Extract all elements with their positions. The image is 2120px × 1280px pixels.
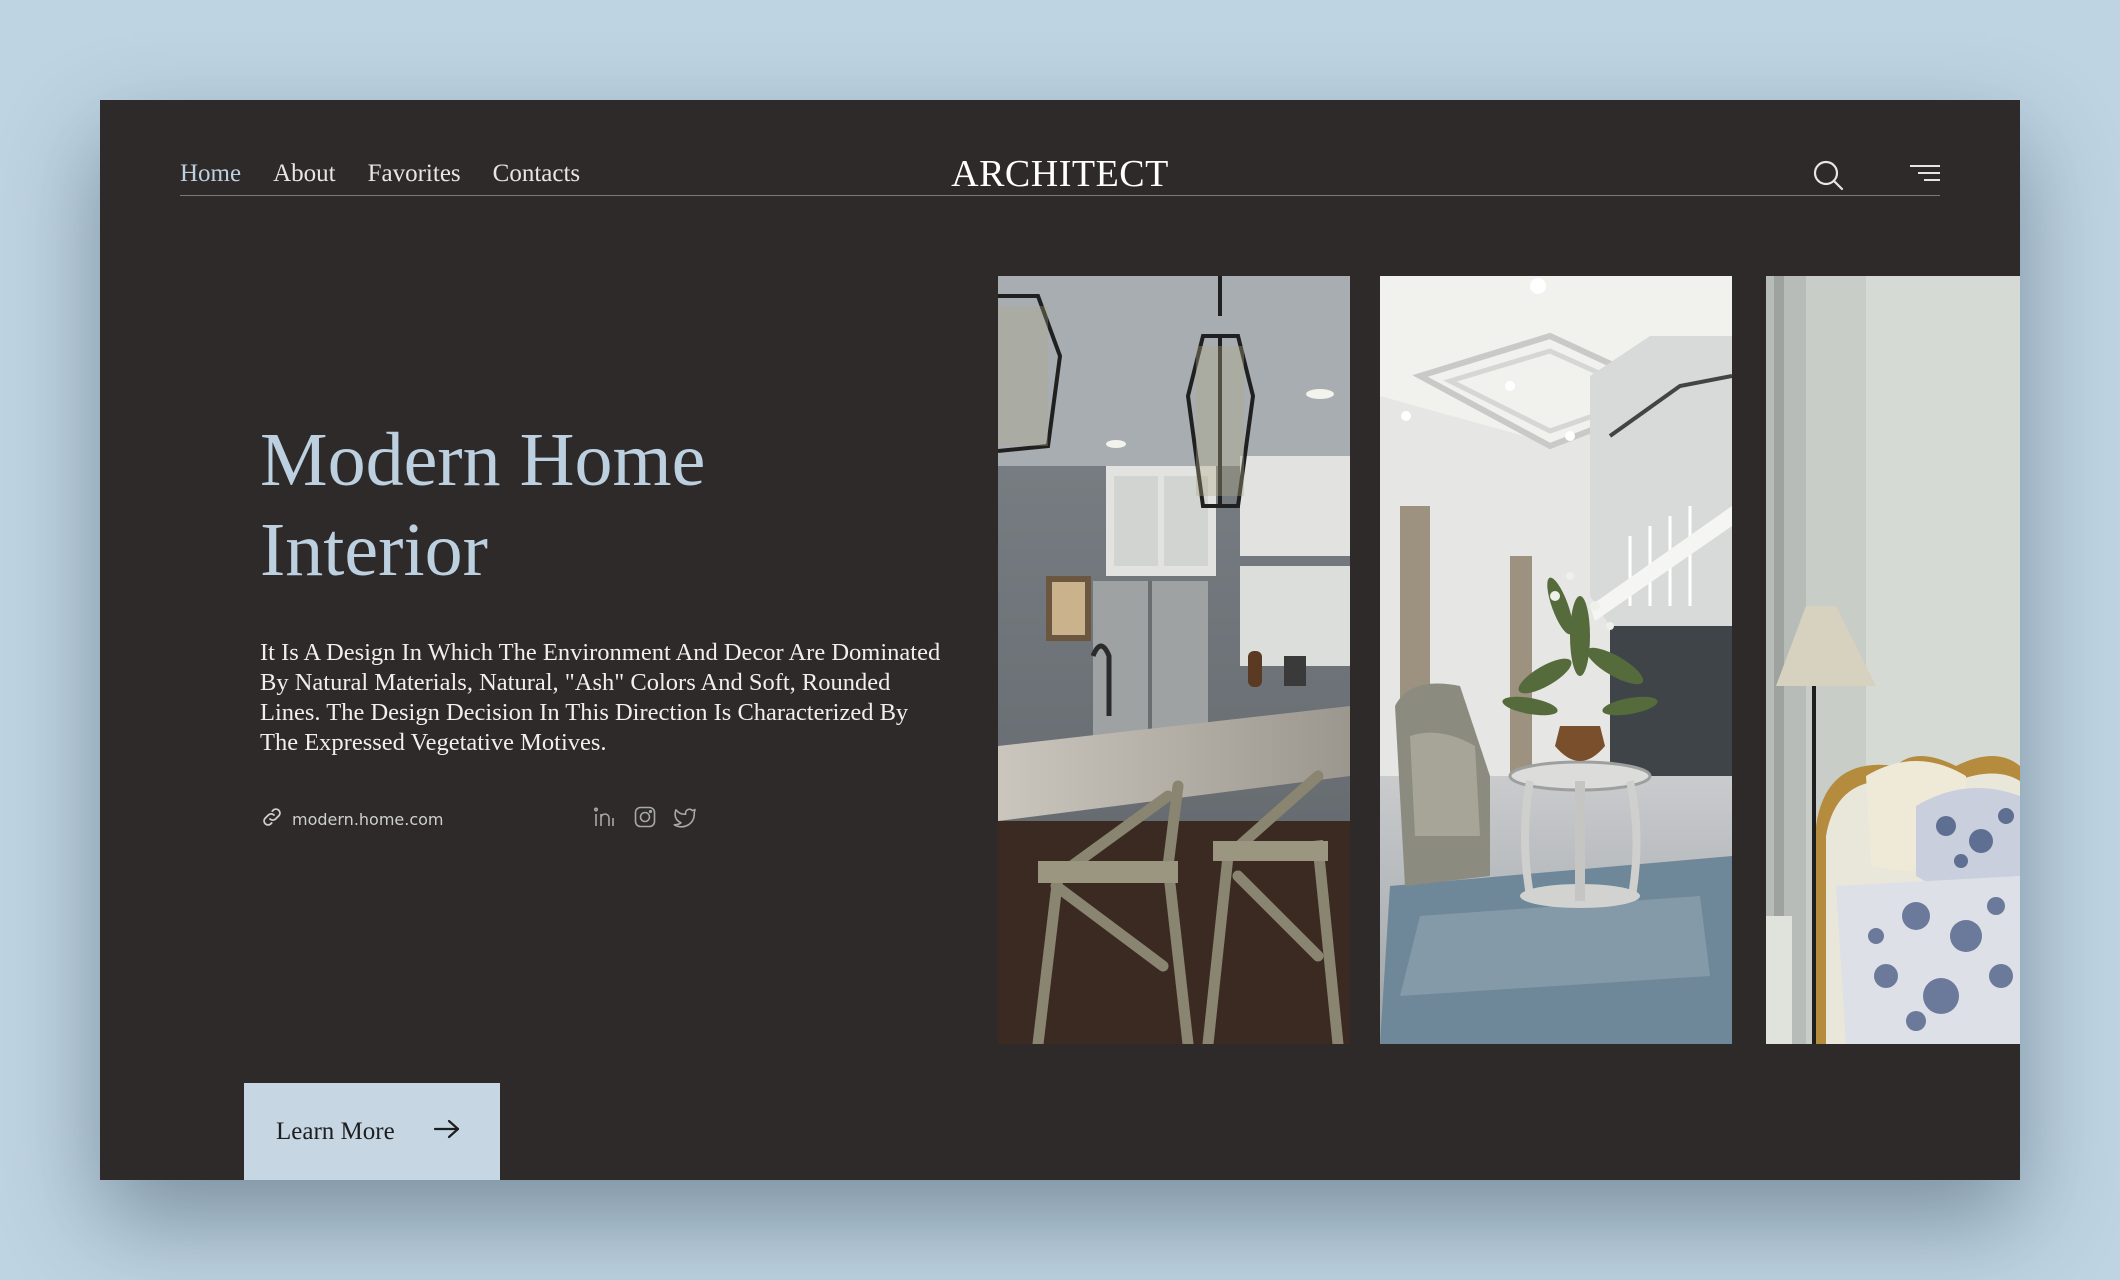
learn-more-button[interactable]: Learn More [244, 1083, 500, 1180]
bedroom-photo [1766, 276, 2020, 1044]
hero-title-line2: Interior [260, 508, 488, 592]
search-icon[interactable] [1812, 159, 1846, 193]
header-divider [180, 195, 1940, 196]
kitchen-photo [998, 276, 1350, 1044]
website-link[interactable]: modern.home.com [260, 805, 444, 834]
nav-about-link[interactable]: About [273, 160, 336, 188]
hero-title-line1: Modern Home [260, 418, 706, 502]
instagram-icon[interactable] [633, 805, 657, 829]
link-icon [260, 805, 284, 834]
menu-icon[interactable] [1908, 162, 1942, 188]
hero-description: It Is A Design In Which The Environment … [260, 639, 941, 756]
nav-favorites-link[interactable]: Favorites [368, 160, 461, 188]
social-links [593, 805, 697, 829]
arrow-right-icon [433, 1117, 461, 1146]
nav-contacts-link[interactable]: Contacts [493, 160, 581, 188]
living-room-photo [1380, 276, 1732, 1044]
hero-title: Modern Home Interior [260, 415, 960, 595]
linkedin-icon[interactable] [593, 805, 617, 829]
twitter-icon[interactable] [673, 805, 697, 829]
main-nav: Home About Favorites Contacts [180, 130, 580, 218]
nav-home-link[interactable]: Home [180, 160, 241, 188]
hero-panel: Home About Favorites Contacts ARCHITECT … [100, 100, 2020, 1180]
website-link-text: modern.home.com [292, 810, 444, 829]
learn-more-label: Learn More [276, 1117, 395, 1145]
